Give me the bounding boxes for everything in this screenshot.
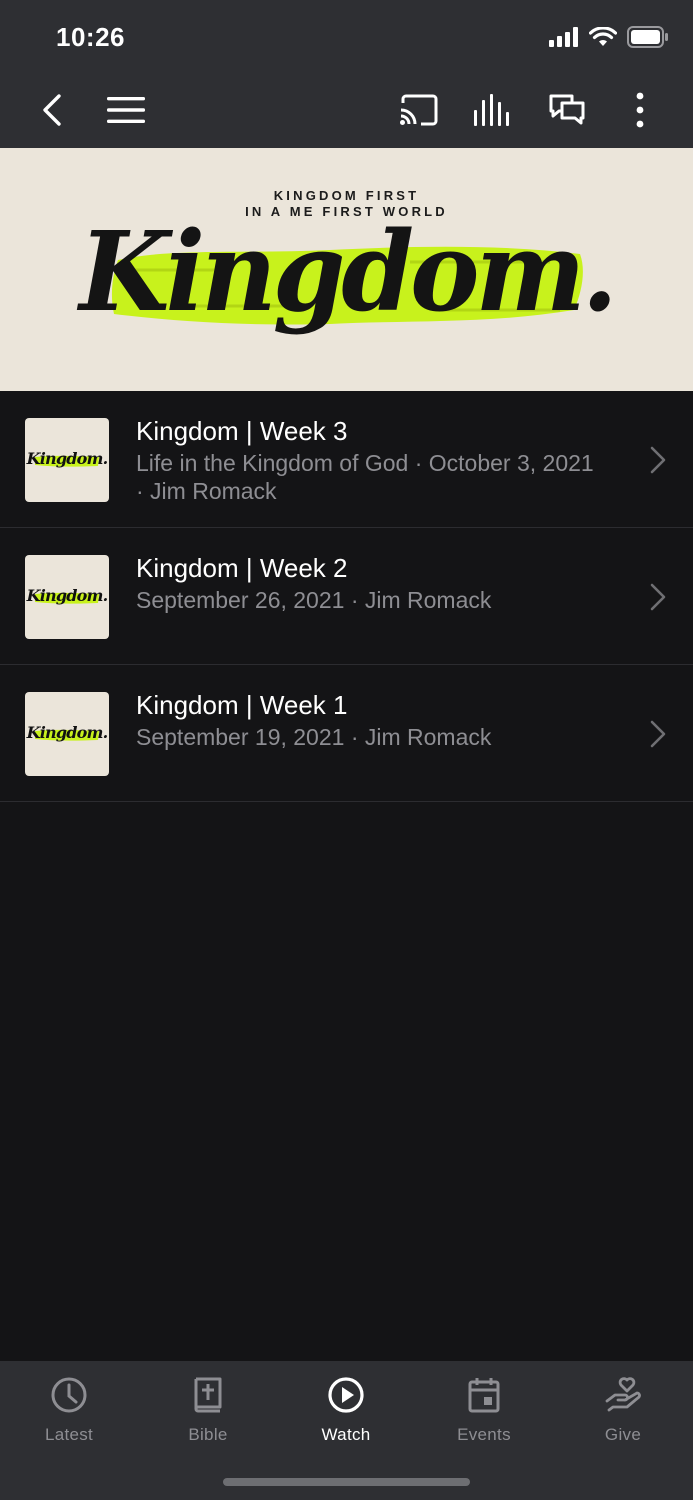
status-icons [549,26,669,48]
chevron-right-icon [650,583,666,611]
tab-give[interactable]: Give [554,1375,692,1465]
chevron-right-icon [650,446,666,474]
series-banner: KINGDOM FIRST IN A ME FIRST WORLD Kingdo… [0,148,693,391]
tab-bible[interactable]: Bible [139,1375,277,1465]
tab-label: Watch [321,1425,371,1444]
sermon-thumbnail: Kingdom. [25,555,109,639]
tab-latest[interactable]: Latest [0,1375,138,1465]
sermon-subtitle: September 19, 2021 · Jim Romack [136,724,492,750]
app-header: 10:26 [0,0,693,148]
thumb-wordmark: Kingdom. [26,449,109,468]
audio-button[interactable] [465,82,521,138]
sermon-subtitle-cont: · Jim Romack [136,478,277,504]
sermon-title: Kingdom | Week 2 [136,553,348,583]
cast-icon [400,94,438,126]
sermon-list: Kingdom. Kingdom | Week 3 Life in the Ki… [0,391,693,802]
more-button[interactable] [612,82,668,138]
tab-label: Give [604,1425,642,1444]
tab-label: Events [457,1425,511,1444]
sermon-row[interactable]: Kingdom. Kingdom | Week 2 September 26, … [0,528,693,665]
sermon-subtitle: September 26, 2021 · Jim Romack [136,587,492,613]
battery-icon [627,26,668,48]
wifi-icon [589,27,617,46]
banner-tagline-line1: KINGDOM FIRST [273,188,420,203]
thumb-wordmark: Kingdom. [26,586,109,605]
tab-watch[interactable]: Watch [277,1375,415,1465]
tab-label: Bible [188,1425,228,1444]
clock-icon [51,1377,87,1413]
sermon-thumbnail: Kingdom. [25,418,109,502]
banner-wordmark: Kingdom. [79,206,618,337]
cellular-signal-icon [549,27,578,47]
sermon-title: Kingdom | Week 1 [136,690,348,720]
tab-events[interactable]: Events [415,1375,553,1465]
calendar-icon [468,1378,500,1413]
back-button[interactable] [24,82,80,138]
thumb-wordmark: Kingdom. [26,723,109,742]
chat-button[interactable] [539,82,595,138]
chat-bubbles-icon [549,94,585,125]
give-heart-hand-icon [605,1377,641,1412]
hamburger-menu-icon [107,97,145,123]
chevron-right-icon [650,720,666,748]
sermon-subtitle: Life in the Kingdom of God · October 3, … [136,450,594,476]
chevron-left-icon [43,94,61,126]
tab-label: Latest [44,1425,94,1444]
cast-button[interactable] [391,82,447,138]
audio-bars-icon [474,94,509,126]
sermon-thumbnail: Kingdom. [25,692,109,776]
menu-button[interactable] [98,82,154,138]
sermon-row[interactable]: Kingdom. Kingdom | Week 3 Life in the Ki… [0,391,693,528]
more-vertical-icon [636,92,644,128]
bible-icon [194,1377,222,1413]
sermon-row[interactable]: Kingdom. Kingdom | Week 1 September 19, … [0,665,693,802]
play-circle-icon [328,1377,364,1413]
sermon-title: Kingdom | Week 3 [136,416,348,446]
home-indicator [223,1478,470,1486]
status-time: 10:26 [56,22,125,52]
